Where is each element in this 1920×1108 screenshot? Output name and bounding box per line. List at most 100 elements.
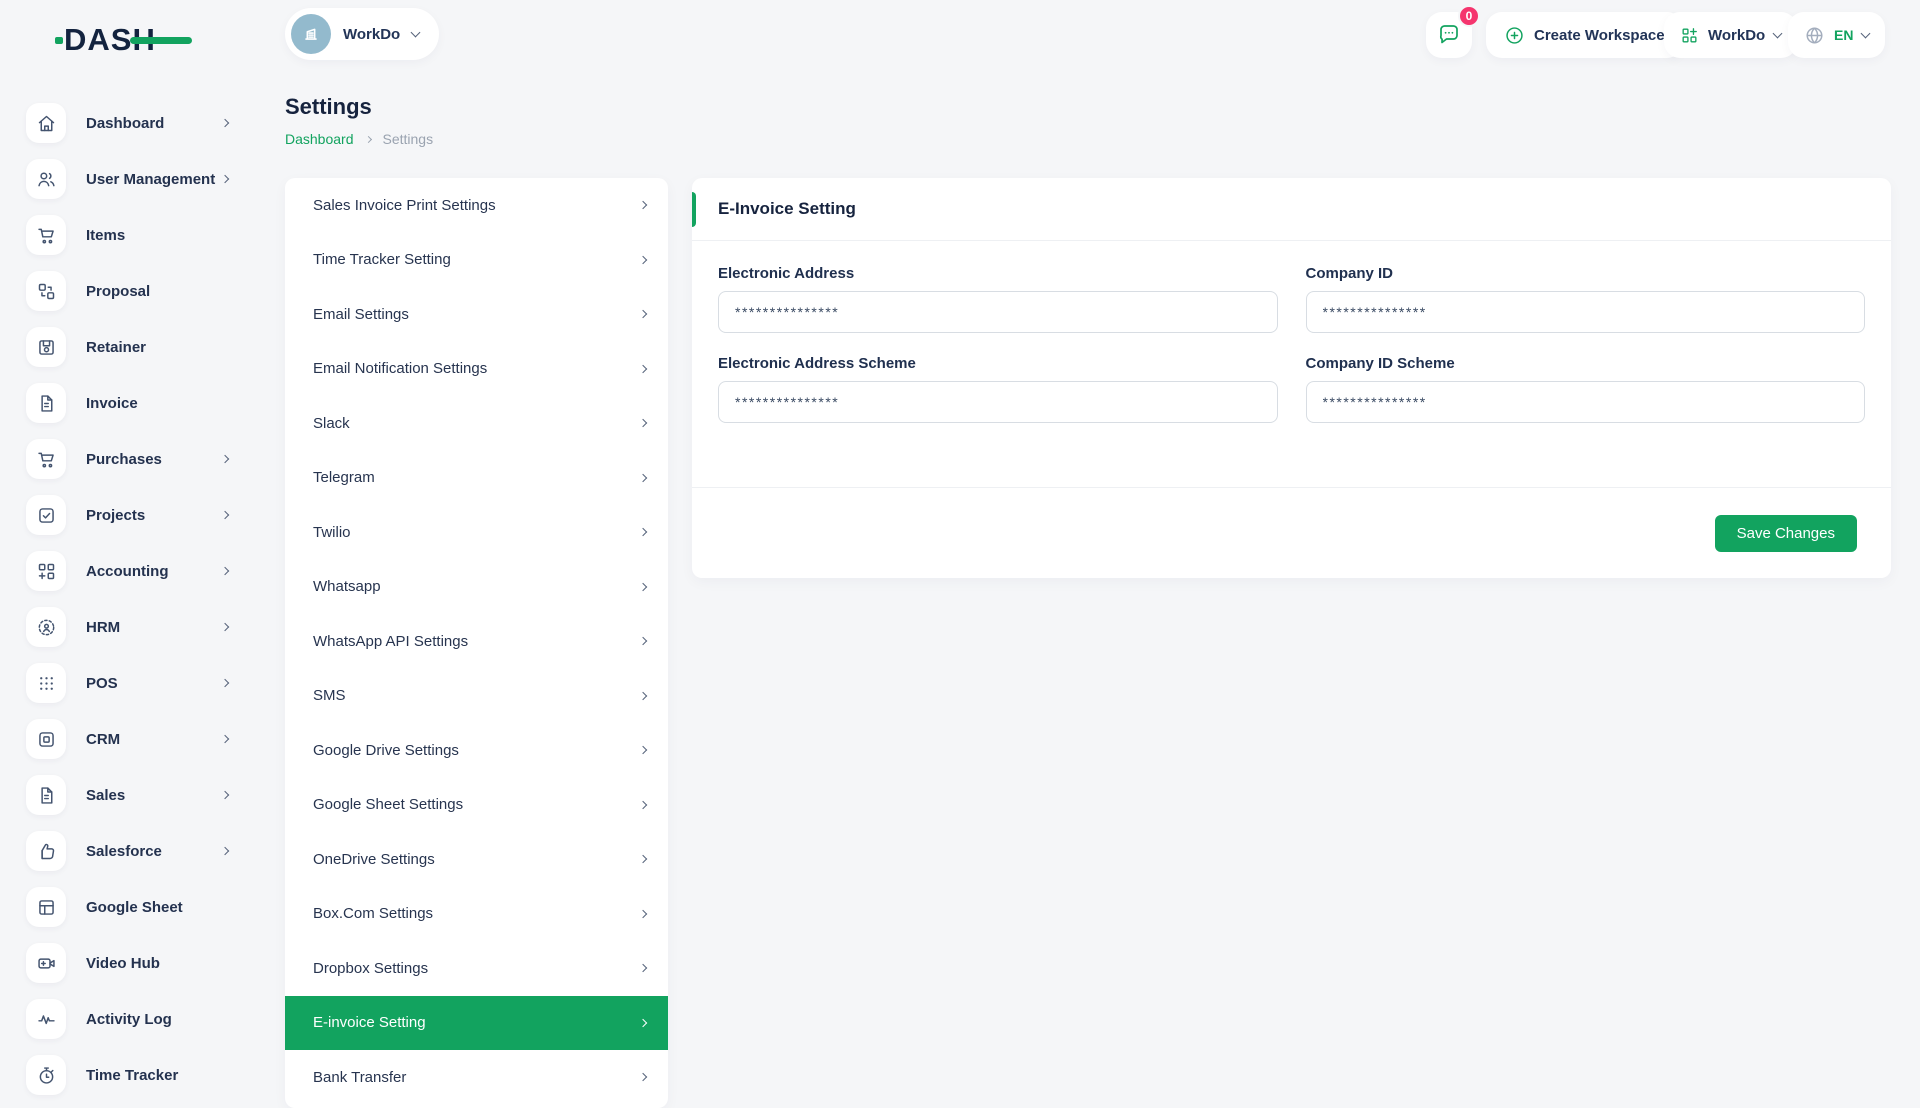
save-icon — [26, 327, 66, 367]
chevron-right-icon — [639, 474, 647, 482]
settings-menu-item-slack[interactable]: Slack — [285, 396, 668, 451]
home-icon — [26, 103, 66, 143]
card-header: E-Invoice Setting — [692, 178, 1891, 241]
electronic-address-scheme-label: Electronic Address Scheme — [718, 355, 1278, 372]
sidebar-item-dashboard[interactable]: Dashboard — [26, 103, 244, 143]
chevron-right-icon — [639, 365, 647, 373]
create-workspace-button[interactable]: Create Workspace — [1486, 12, 1683, 58]
stopwatch-icon — [26, 1055, 66, 1095]
field-company-id-scheme: Company ID Scheme — [1306, 355, 1866, 423]
sidebar-item-accounting[interactable]: Accounting — [26, 551, 244, 591]
settings-menu-item-whatsapp[interactable]: Whatsapp — [285, 560, 668, 615]
electronic-address-scheme-input[interactable] — [718, 381, 1278, 423]
logo-dot-accent — [55, 37, 63, 44]
sidebar-item-proposal[interactable]: Proposal — [26, 271, 244, 311]
grid-plus-icon — [26, 551, 66, 591]
chevron-right-icon — [639, 855, 647, 863]
workspace-dropdown[interactable]: WorkDo — [1664, 12, 1797, 58]
messages-count-badge: 0 — [1458, 5, 1480, 27]
person-circle-icon — [26, 607, 66, 647]
sidebar-item-purchases[interactable]: Purchases — [26, 439, 244, 479]
card-accent-bar — [692, 192, 696, 227]
breadcrumb-dashboard-link[interactable]: Dashboard — [285, 131, 354, 147]
document-icon — [26, 383, 66, 423]
menu-item-label: WhatsApp API Settings — [313, 633, 468, 650]
sidebar-item-invoice[interactable]: Invoice — [26, 383, 244, 423]
language-dropdown[interactable]: EN — [1788, 12, 1885, 58]
cart-icon — [26, 215, 66, 255]
chevron-right-icon — [639, 801, 647, 809]
settings-menu-item-onedrive[interactable]: OneDrive Settings — [285, 832, 668, 887]
logo-dash-accent — [130, 37, 192, 44]
menu-item-label: OneDrive Settings — [313, 851, 435, 868]
sidebar-item-sales[interactable]: Sales — [26, 775, 244, 815]
settings-menu-item-whatsapp-api[interactable]: WhatsApp API Settings — [285, 614, 668, 669]
globe-icon — [1804, 25, 1825, 46]
chevron-right-icon — [639, 746, 647, 754]
video-camera-icon — [26, 943, 66, 983]
settings-menu-item-email[interactable]: Email Settings — [285, 287, 668, 342]
settings-menu-item-sales-invoice-print[interactable]: Sales Invoice Print Settings — [285, 178, 668, 233]
workspace-switcher-label: WorkDo — [343, 26, 400, 43]
chevron-right-icon — [221, 511, 229, 519]
settings-menu-item-e-invoice[interactable]: E-invoice Setting — [285, 996, 668, 1051]
chevron-right-icon — [221, 847, 229, 855]
settings-menu-item-sms[interactable]: SMS — [285, 669, 668, 724]
cart-icon — [26, 439, 66, 479]
settings-menu-item-google-sheet[interactable]: Google Sheet Settings — [285, 778, 668, 833]
sidebar-item-projects[interactable]: Projects — [26, 495, 244, 535]
workspace-avatar — [291, 14, 331, 54]
workspace-dropdown-label: WorkDo — [1708, 27, 1765, 44]
save-changes-button[interactable]: Save Changes — [1715, 515, 1857, 552]
sidebar-item-label: Time Tracker — [86, 1067, 178, 1084]
sidebar-item-pos[interactable]: POS — [26, 663, 244, 703]
sidebar-item-time-tracker[interactable]: Time Tracker — [26, 1055, 244, 1095]
company-id-scheme-input[interactable] — [1306, 381, 1866, 423]
sidebar-item-crm[interactable]: CRM — [26, 719, 244, 759]
sidebar-item-activity-log[interactable]: Activity Log — [26, 999, 244, 1039]
settings-menu-item-time-tracker[interactable]: Time Tracker Setting — [285, 233, 668, 288]
settings-menu-item-email-notification[interactable]: Email Notification Settings — [285, 342, 668, 397]
settings-menu-item-twilio[interactable]: Twilio — [285, 505, 668, 560]
settings-menu-item-box[interactable]: Box.Com Settings — [285, 887, 668, 942]
app-logo[interactable]: DASH — [64, 22, 204, 56]
frame-icon — [26, 719, 66, 759]
menu-item-label: SMS — [313, 687, 346, 704]
messages-button[interactable]: 0 — [1426, 12, 1472, 58]
page-title: Settings — [285, 94, 372, 120]
settings-menu-item-google-drive[interactable]: Google Drive Settings — [285, 723, 668, 778]
language-label: EN — [1834, 27, 1853, 43]
settings-menu-item-telegram[interactable]: Telegram — [285, 451, 668, 506]
electronic-address-input[interactable] — [718, 291, 1278, 333]
sidebar-item-label: Sales — [86, 787, 125, 804]
sidebar-item-google-sheet[interactable]: Google Sheet — [26, 887, 244, 927]
field-electronic-address-scheme: Electronic Address Scheme — [718, 355, 1278, 423]
sidebar-item-items[interactable]: Items — [26, 215, 244, 255]
chevron-right-icon — [221, 679, 229, 687]
card-title: E-Invoice Setting — [718, 199, 856, 219]
menu-item-label: Telegram — [313, 469, 375, 486]
sidebar-item-hrm[interactable]: HRM — [26, 607, 244, 647]
sidebar-item-retainer[interactable]: Retainer — [26, 327, 244, 367]
workspace-switcher[interactable]: WorkDo — [285, 8, 439, 60]
sidebar-item-label: Dashboard — [86, 115, 164, 132]
settings-menu-item-bank-transfer[interactable]: Bank Transfer — [285, 1050, 668, 1105]
chevron-right-icon — [639, 201, 647, 209]
menu-item-label: Time Tracker Setting — [313, 251, 451, 268]
sidebar-item-video-hub[interactable]: Video Hub — [26, 943, 244, 983]
sidebar-item-user-management[interactable]: User Management — [26, 159, 244, 199]
company-id-input[interactable] — [1306, 291, 1866, 333]
sidebar-item-label: Invoice — [86, 395, 138, 412]
field-electronic-address: Electronic Address — [718, 265, 1278, 333]
chevron-right-icon — [639, 910, 647, 918]
chat-bubble-icon — [1437, 23, 1461, 47]
chevron-right-icon — [639, 692, 647, 700]
settings-menu-item-dropbox[interactable]: Dropbox Settings — [285, 941, 668, 996]
building-icon — [300, 23, 322, 45]
sidebar-item-label: Salesforce — [86, 843, 162, 860]
sidebar-item-label: User Management — [86, 171, 215, 188]
chevron-right-icon — [639, 1073, 647, 1081]
sidebar-item-salesforce[interactable]: Salesforce — [26, 831, 244, 871]
menu-item-label: Box.Com Settings — [313, 905, 433, 922]
breadcrumb: Dashboard Settings — [285, 131, 433, 147]
